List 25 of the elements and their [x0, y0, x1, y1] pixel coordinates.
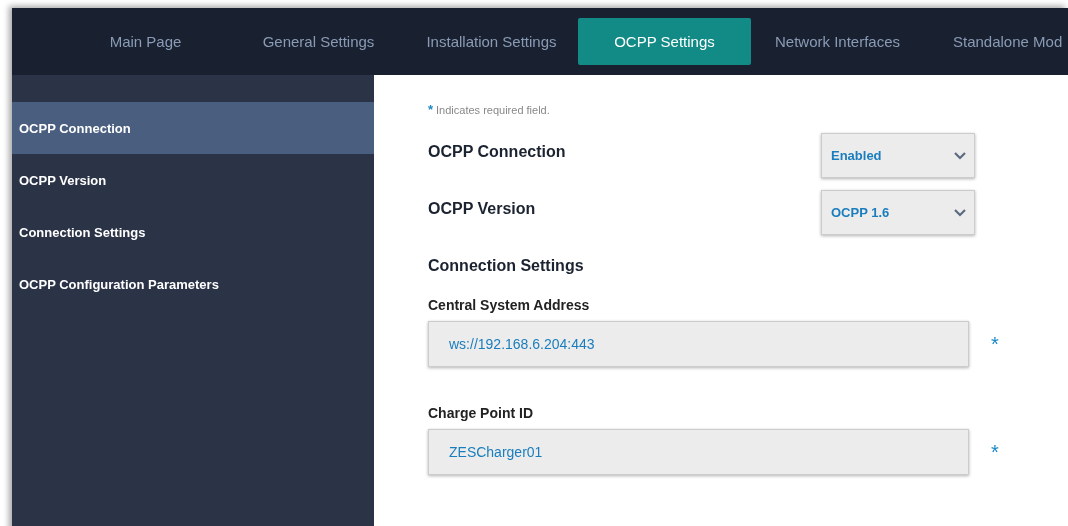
required-mark: *	[428, 102, 434, 117]
nav-tab[interactable]: Installation Settings	[405, 18, 578, 65]
nav-tab[interactable]: Network Interfaces	[751, 18, 924, 65]
nav-tab[interactable]: General Settings	[232, 18, 405, 65]
nav-tab[interactable]: Main Page	[59, 18, 232, 65]
input-field[interactable]: ws://192.168.6.204:443	[428, 321, 969, 367]
chevron-down-icon	[954, 208, 966, 217]
dropdown[interactable]: OCPP 1.6	[821, 190, 975, 235]
required-mark: *	[991, 440, 999, 464]
required-note: Indicates required field.	[436, 104, 550, 116]
section-heading: Connection Settings	[428, 257, 585, 276]
sidebar-item[interactable]: OCPP Version	[12, 154, 374, 206]
nav-tab[interactable]: OCPP Settings	[578, 18, 751, 65]
dropdown[interactable]: Enabled	[821, 133, 975, 178]
required-mark: *	[991, 332, 999, 356]
chevron-down-icon	[954, 151, 966, 160]
sidebar-item[interactable]: Connection Settings	[12, 206, 374, 258]
sidebar-item[interactable]: OCPP Configuration Parameters	[12, 258, 374, 310]
field-label: OCPP Connection	[428, 142, 566, 161]
field-label: Central System Address	[428, 297, 591, 313]
field-label: Charge Point ID	[428, 405, 534, 421]
input-field[interactable]: ZESCharger01	[428, 429, 969, 475]
sidebar-item[interactable]: OCPP Connection	[12, 102, 374, 154]
field-label: OCPP Version	[428, 199, 536, 218]
nav-tab[interactable]: Standalone Mod	[924, 18, 1063, 65]
